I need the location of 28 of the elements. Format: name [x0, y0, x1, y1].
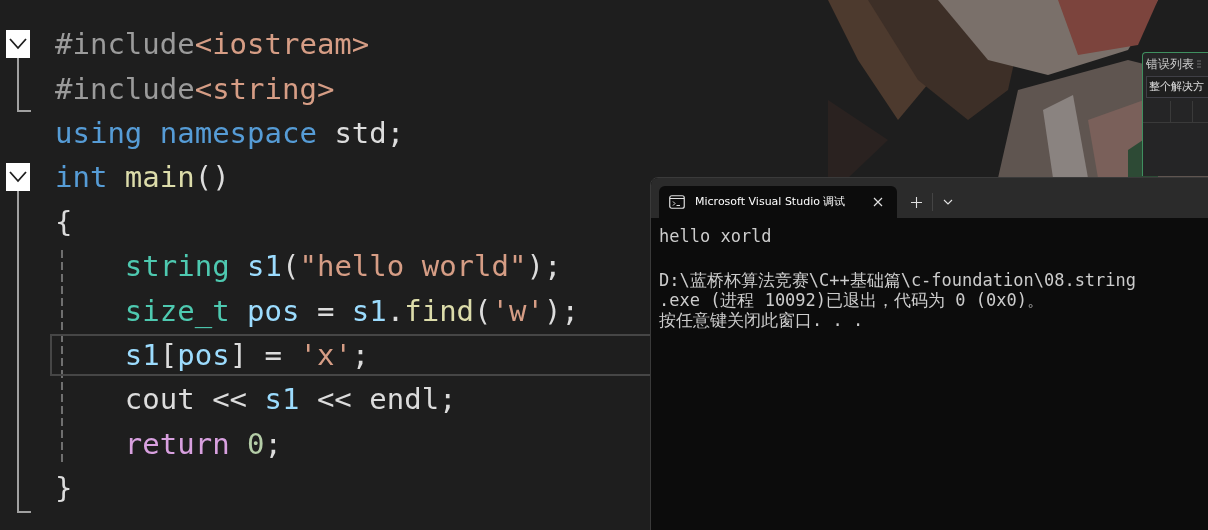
chevron-down-icon[interactable] — [943, 199, 954, 205]
console-message: D:\蓝桥杯算法竞赛\C++基础篇\c-foundation\08.string — [659, 270, 1138, 290]
chevron-down-icon — [9, 171, 27, 184]
console-output: hello xorld — [659, 226, 773, 246]
panel-title: 错误列表 — [1146, 58, 1194, 70]
code-line: string s1("hello world"); — [123, 248, 562, 286]
chevron-down-icon — [9, 38, 27, 51]
code-line: #include<string> — [55, 70, 335, 108]
console-icon — [669, 195, 685, 209]
code-line: cout << s1 << endl; — [123, 381, 457, 419]
console-tab[interactable]: Microsoft Visual Studio 调试 — [659, 186, 898, 218]
scope-dropdown[interactable]: 整个解决方 — [1146, 76, 1208, 98]
code-line: size_t pos = s1.find('w'); — [123, 292, 579, 330]
fold-toggle[interactable] — [6, 163, 30, 192]
fold-bracket — [17, 56, 31, 112]
code-line: { — [55, 203, 73, 241]
console-message: 按任意键关闭此窗口. . . — [659, 310, 865, 330]
grip-icon[interactable] — [1197, 60, 1201, 68]
code-line: int main() — [55, 159, 230, 197]
code-line: using namespace std; — [55, 114, 405, 152]
code-line: #include<iostream> — [55, 26, 370, 64]
console-message: .exe (进程 10092)已退出，代码为 0 (0x0)。 — [659, 290, 1045, 310]
fold-toggle[interactable] — [6, 30, 30, 59]
close-icon[interactable] — [873, 197, 884, 207]
add-tab-icon[interactable] — [911, 196, 923, 208]
code-line: } — [55, 470, 73, 508]
tab-title: Microsoft Visual Studio 调试 — [695, 194, 846, 210]
code-line: return 0; — [123, 425, 282, 463]
